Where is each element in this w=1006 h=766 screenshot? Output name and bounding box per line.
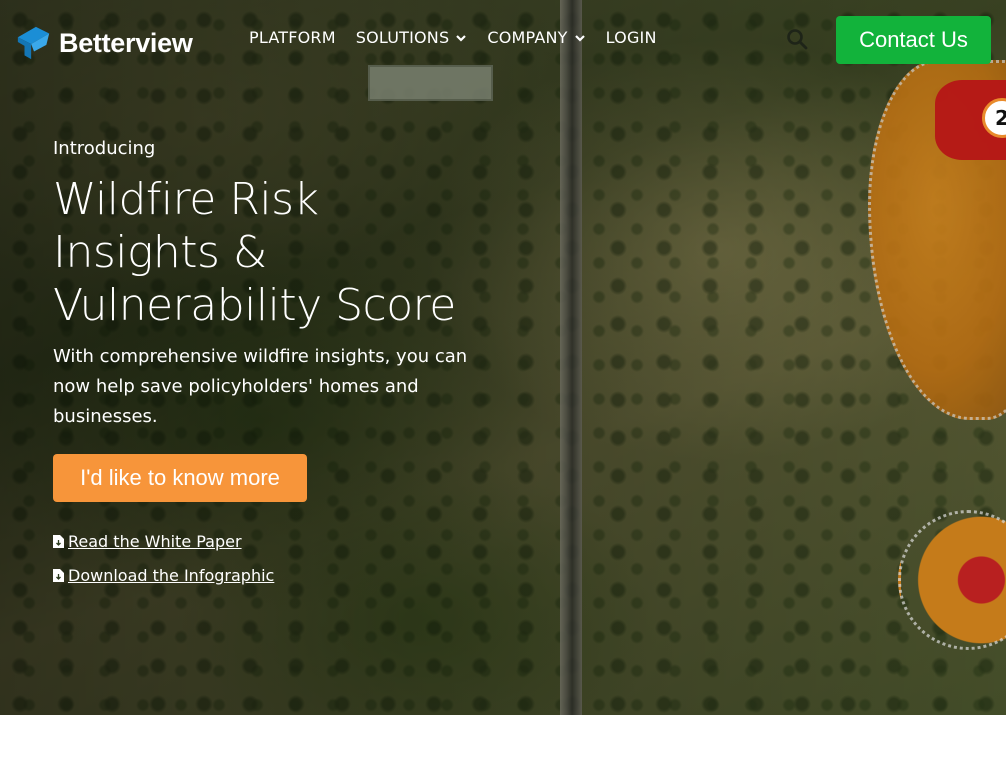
nav-item-company[interactable]: COMPANY [487,28,585,47]
nav-item-login[interactable]: LOGIN [606,28,657,47]
nav-item-label: COMPANY [487,28,568,47]
resource-links: Read the White Paper Download the Infogr… [53,532,523,585]
know-more-button[interactable]: I'd like to know more [53,454,307,502]
brand-name: Betterview [59,27,193,58]
headline-line: Wildfire Risk [53,174,319,225]
main-nav: PLATFORM SOLUTIONS COMPANY LOGIN [249,28,657,47]
nav-item-label: LOGIN [605,28,657,47]
download-infographic-link[interactable]: Download the Infographic [53,566,523,585]
read-white-paper-link[interactable]: Read the White Paper [53,532,523,551]
hero-subheadline: With comprehensive wildfire insights, yo… [53,346,468,427]
chevron-down-icon [574,34,585,42]
chevron-down-icon [456,34,467,42]
hero-eyebrow: Introducing [53,138,156,159]
nav-item-platform[interactable]: PLATFORM [249,28,336,47]
nav-item-label: PLATFORM [249,28,336,47]
document-icon [53,535,64,548]
headline-line: Vulnerability Score [53,280,456,331]
headline-line: Insights & [53,227,267,278]
map-road [560,0,582,715]
resource-link-label: Read the White Paper [68,532,242,551]
site-header: Betterview PLATFORM SOLUTIONS COMPANY LO… [0,0,1006,80]
nav-item-label: SOLUTIONS [355,28,450,47]
hero-headline: Wildfire Risk Insights & Vulnerability S… [53,173,523,332]
search-icon[interactable] [785,27,809,51]
contact-us-button[interactable]: Contact Us [836,16,991,64]
map-marker-label: 2 [995,106,1006,130]
map-wildfire-zone-secondary [898,510,1006,650]
hero-content: Introducing Wildfire Risk Insights & Vul… [53,138,523,600]
brand-logo[interactable]: Betterview [15,24,193,62]
resource-link-label: Download the Infographic [68,566,275,585]
betterview-logo-icon [17,26,50,60]
nav-item-solutions[interactable]: SOLUTIONS [356,28,468,47]
document-icon [53,569,64,582]
